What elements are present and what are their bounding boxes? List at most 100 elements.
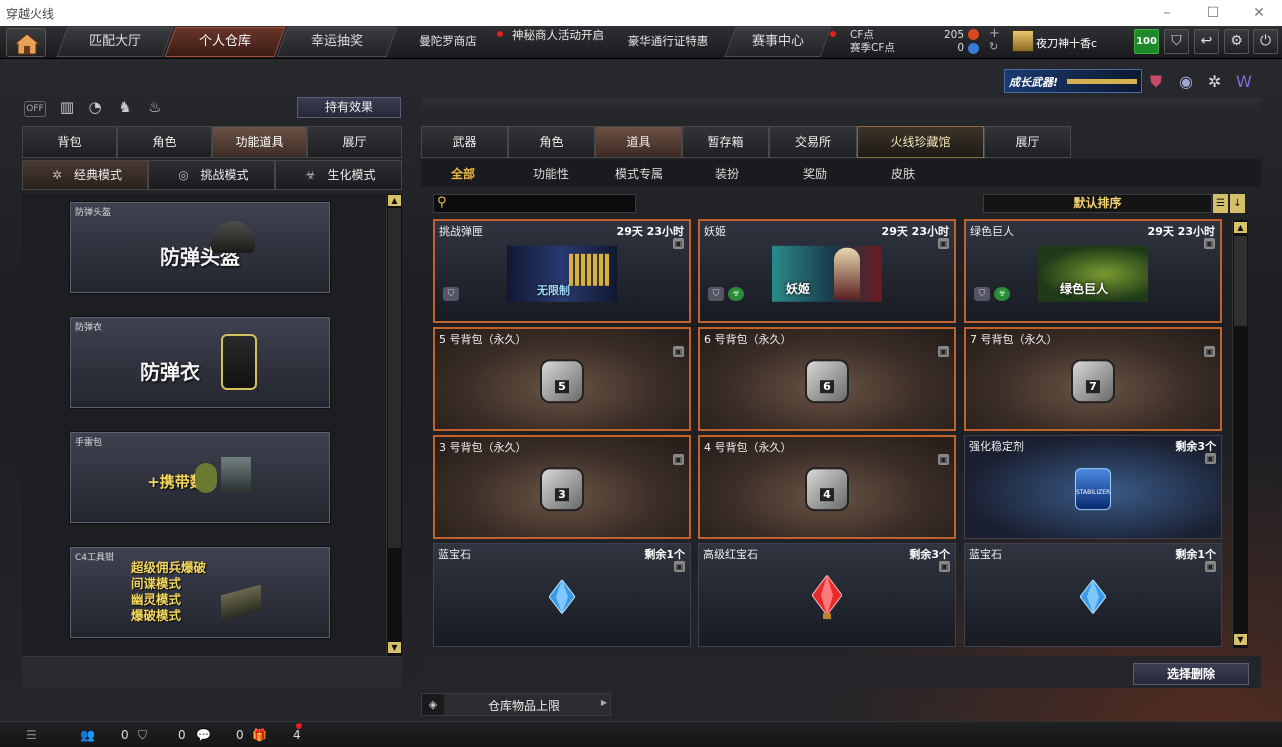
subtab-dressup[interactable]: 装扮 <box>687 165 767 182</box>
badge-icon[interactable]: ⛊ <box>1150 72 1162 92</box>
tab-personal-storage[interactable]: 个人仓库 <box>164 27 286 57</box>
lock-icon[interactable]: ▣ <box>938 346 949 357</box>
back-button[interactable]: ↩ <box>1194 29 1219 54</box>
recycle-icon[interactable]: ◔ <box>84 98 106 120</box>
tab-zombie-mode[interactable]: ☣ 生化模式 <box>275 160 402 190</box>
lock-icon[interactable]: ▣ <box>1204 238 1215 249</box>
item-quantity: 剩余1个 <box>644 548 685 561</box>
item-card[interactable]: 强化稳定剂 剩余3个 ▣ STABILIZER <box>964 435 1222 539</box>
bag-icon[interactable]: ♨ <box>144 98 166 120</box>
soldier-icon[interactable]: ♞ <box>114 98 136 120</box>
refresh-icon[interactable]: ↻ <box>989 40 998 53</box>
tab-match-lobby[interactable]: 匹配大厅 <box>56 27 174 57</box>
scroll-up-icon[interactable]: ▲ <box>388 195 401 206</box>
select-delete-button[interactable]: 选择删除 <box>1133 663 1249 685</box>
item-card[interactable]: 绿色巨人 29天 23小时 ▣ 绿色巨人 ⛉ ☣ <box>964 219 1222 323</box>
w-logo-icon[interactable]: W <box>1236 72 1252 91</box>
compass-icon[interactable]: ✲ <box>1208 72 1221 91</box>
sort-direction-icon[interactable]: ↓ <box>1230 194 1245 213</box>
subtab-mode-exclusive[interactable]: 模式专属 <box>599 165 679 182</box>
list-item-helmet[interactable]: 防弹头盔 防弹头盔 <box>70 202 330 293</box>
tab-event-center[interactable]: 赛事中心 <box>724 27 832 57</box>
friends-icon[interactable]: 👥 <box>80 728 95 742</box>
tab-lucky-draw[interactable]: 幸运抽奖 <box>276 27 398 57</box>
globe-icon[interactable]: ◉ <box>1179 72 1193 91</box>
lock-icon[interactable]: ▣ <box>1205 453 1216 464</box>
lock-icon[interactable]: ▣ <box>939 561 950 572</box>
menu-icon[interactable]: ☰ <box>26 728 37 742</box>
scroll-thumb[interactable] <box>1234 236 1247 326</box>
home-button[interactable] <box>6 28 46 57</box>
tab-characters[interactable]: 角色 <box>508 126 595 158</box>
subtab-functional[interactable]: 功能性 <box>511 165 591 182</box>
item-card[interactable]: 4 号背包（永久） ▣ 4 <box>698 435 956 539</box>
subtab-skins[interactable]: 皮肤 <box>863 165 943 182</box>
maximize-button[interactable]: ☐ <box>1190 0 1236 26</box>
shield-button[interactable]: ⛉ <box>1164 29 1189 54</box>
list-view-icon[interactable]: ☰ <box>1213 194 1228 213</box>
tab-character[interactable]: 角色 <box>117 126 212 158</box>
scroll-thumb[interactable] <box>388 208 401 548</box>
sort-dropdown[interactable]: 默认排序 <box>983 194 1212 213</box>
tab-collection[interactable]: 火线珍藏馆 <box>857 126 984 158</box>
lock-icon[interactable]: ▣ <box>673 454 684 465</box>
item-card[interactable]: 妖姬 29天 23小时 ▣ 妖姬 ⛉ ☣ <box>698 219 956 323</box>
nav-luxury-pass[interactable]: 豪华通行证特惠 <box>620 35 716 48</box>
tab-showroom[interactable]: 展厅 <box>984 126 1071 158</box>
tab-exchange[interactable]: 交易所 <box>769 126 857 158</box>
lock-icon[interactable]: ▣ <box>1204 346 1215 357</box>
tab-function-items[interactable]: 功能道具 <box>212 126 307 158</box>
search-input[interactable]: ⚲ <box>433 194 636 213</box>
lock-icon[interactable]: ▣ <box>673 346 684 357</box>
lock-icon[interactable]: ▣ <box>938 454 949 465</box>
level-badge[interactable]: 100 <box>1134 29 1159 54</box>
grid-scrollbar[interactable]: ▲ ▼ <box>1232 220 1248 648</box>
item-card[interactable]: 蓝宝石 剩余1个 ▣ <box>433 543 691 647</box>
tab-items[interactable]: 道具 <box>595 126 682 158</box>
tab-showroom[interactable]: 展厅 <box>307 126 402 158</box>
lock-icon[interactable]: ▣ <box>674 561 685 572</box>
holding-effect-button[interactable]: 持有效果 <box>297 97 401 118</box>
gift-icon[interactable]: 🎁 <box>252 728 267 742</box>
item-card[interactable]: 3 号背包（永久） ▣ 3 <box>433 435 691 539</box>
subtab-all[interactable]: 全部 <box>423 165 503 182</box>
item-card[interactable]: 7 号背包（永久） ▣ 7 <box>964 327 1222 431</box>
expand-icon[interactable]: ▶ <box>601 698 607 707</box>
chat-icon[interactable]: 💬 <box>196 728 211 742</box>
storage-capacity-bar[interactable]: ◈ 仓库物品上限 ▶ <box>421 693 611 716</box>
nav-mandala-shop[interactable]: 曼陀罗商店 <box>408 35 488 48</box>
toggle-off-icon[interactable]: OFF <box>24 101 46 117</box>
art-label: STABILIZER <box>1076 489 1111 497</box>
list-item-vest[interactable]: 防弹衣 防弹衣 <box>70 317 330 408</box>
tab-temp-box[interactable]: 暂存箱 <box>682 126 769 158</box>
nav-mystery-merchant[interactable]: 神秘商人活动开启 <box>508 29 608 42</box>
minimize-button[interactable]: – <box>1144 0 1190 26</box>
tab-weapons[interactable]: 武器 <box>421 126 508 158</box>
scroll-up-icon[interactable]: ▲ <box>1234 222 1247 233</box>
tab-backpack[interactable]: 背包 <box>22 126 117 158</box>
tab-challenge-mode[interactable]: ◎ 挑战模式 <box>148 160 275 190</box>
clan-icon[interactable]: ⛉ <box>138 728 147 743</box>
item-card[interactable]: 挑战弹匣 29天 23小时 ▣ 无限制 ⛉ <box>433 219 691 323</box>
lock-icon[interactable]: ▣ <box>1205 561 1216 572</box>
item-card[interactable]: 高级红宝石 剩余3个 ▣ <box>698 543 956 647</box>
power-button[interactable]: ⏻ <box>1253 29 1278 54</box>
item-card[interactable]: 6 号背包（永久） ▣ 6 <box>698 327 956 431</box>
settings-button[interactable]: ⚙ <box>1224 29 1249 54</box>
close-button[interactable]: ✕ <box>1236 0 1282 26</box>
list-item-c4-pliers[interactable]: C4工具钳 超级佣兵爆破 间谍模式 幽灵模式 爆破模式 <box>70 547 330 638</box>
scroll-down-icon[interactable]: ▼ <box>1234 634 1247 645</box>
stats-icon[interactable]: ▥ <box>56 98 78 120</box>
item-name: 蓝宝石 <box>969 548 1002 561</box>
item-card[interactable]: 5 号背包（永久） ▣ 5 <box>433 327 691 431</box>
add-cf-icon[interactable]: + <box>989 26 1000 41</box>
scroll-down-icon[interactable]: ▼ <box>388 642 401 653</box>
left-scrollbar[interactable]: ▲ ▼ <box>386 194 402 656</box>
subtab-rewards[interactable]: 奖励 <box>775 165 855 182</box>
list-item-grenade-pack[interactable]: 手雷包 +携带数 <box>70 432 330 523</box>
lock-icon[interactable]: ▣ <box>938 238 949 249</box>
lock-icon[interactable]: ▣ <box>673 238 684 249</box>
growth-weapon-banner[interactable]: 成长武器! <box>1004 69 1142 93</box>
tab-classic-mode[interactable]: ✲ 经典模式 <box>22 160 148 190</box>
item-card[interactable]: 蓝宝石 剩余1个 ▣ <box>964 543 1222 647</box>
